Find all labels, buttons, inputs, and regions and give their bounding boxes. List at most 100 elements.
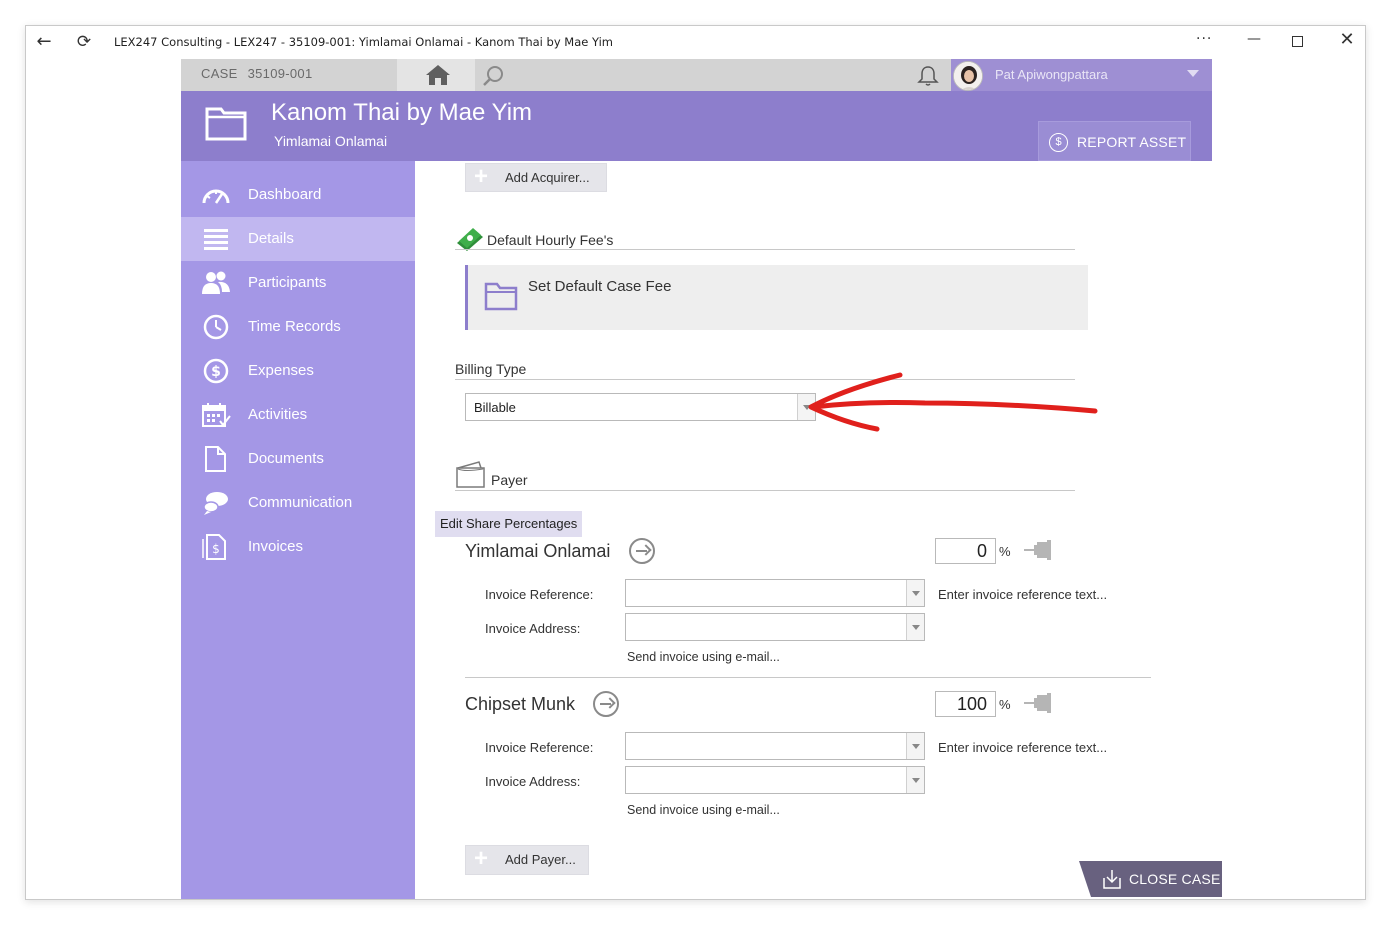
invoice-icon: $ [202, 534, 226, 560]
gauge-icon [202, 189, 230, 204]
window-title: LEX247 Consulting - LEX247 - 35109-001: … [114, 35, 614, 49]
sidebar-item-label: Expenses [248, 362, 314, 379]
edit-share-percentages-button[interactable]: Edit Share Percentages [435, 511, 583, 537]
app-container: CASE 35109-001 Pat Apiwongpattara Kanom … [181, 59, 1222, 899]
back-arrow-icon[interactable]: ← [34, 32, 54, 52]
report-asset-button[interactable]: $ REPORT ASSET [1038, 121, 1191, 161]
section-divider [455, 379, 1075, 380]
sidebar-item-participants[interactable]: Participants [181, 261, 415, 305]
invoice-reference-label: Invoice Reference: [485, 740, 594, 755]
billing-type-title: Billing Type [455, 361, 527, 377]
invoice-reference-label: Invoice Reference: [485, 587, 594, 602]
close-case-button[interactable]: CLOSE CASE [1079, 861, 1222, 897]
close-window-icon[interactable]: ✕ [1337, 30, 1357, 50]
case-indicator: CASE 35109-001 [201, 66, 312, 81]
share-percent-input[interactable]: 100 [935, 691, 996, 717]
plus-icon: + [474, 845, 489, 872]
percent-sign: % [999, 697, 1011, 712]
invoice-reference-select[interactable] [625, 732, 925, 760]
folder-icon [484, 282, 518, 311]
people-icon [202, 271, 230, 294]
case-client: Yimlamai Onlamai [274, 133, 388, 149]
send-invoice-email-link[interactable]: Send invoice using e-mail... [627, 650, 780, 664]
add-payer-label: Add Payer... [505, 852, 576, 867]
user-menu[interactable]: Pat Apiwongpattara [951, 59, 1212, 91]
pin-icon[interactable] [1023, 692, 1057, 714]
share-percent-input[interactable]: 0 [935, 538, 996, 564]
sidebar-item-expenses[interactable]: $ Expenses [181, 349, 415, 393]
sidebar-item-label: Invoices [248, 538, 304, 555]
chevron-down-icon[interactable] [906, 580, 924, 606]
add-payer-button[interactable]: + Add Payer... [465, 845, 589, 875]
refresh-icon[interactable]: ⟳ [74, 32, 94, 52]
download-icon [1103, 870, 1121, 889]
invoice-reference-select[interactable] [625, 579, 925, 607]
svg-text:$: $ [211, 364, 221, 380]
avatar[interactable] [953, 61, 983, 91]
add-acquirer-button[interactable]: + Add Acquirer... [465, 163, 607, 192]
bell-icon[interactable] [916, 64, 940, 88]
details-content: + Add Acquirer... Default Hourly Fee's S… [415, 161, 1212, 899]
invoice-reference-hint[interactable]: Enter invoice reference text... [938, 587, 1107, 602]
clock-icon [203, 314, 229, 340]
sidebar-item-activities[interactable]: Activities [181, 393, 415, 437]
title-bar: ← ⟳ LEX247 Consulting - LEX247 - 35109-0… [26, 26, 1365, 58]
sidebar-item-dashboard[interactable]: Dashboard [181, 173, 415, 217]
dollar-circle-icon: $ [1049, 133, 1068, 152]
section-divider [455, 490, 1075, 491]
maximize-icon[interactable] [1292, 36, 1303, 47]
payer-name: Yimlamai Onlamai [465, 541, 611, 561]
sidebar-item-label: Participants [248, 274, 327, 291]
arrow-right-circle-icon[interactable] [629, 538, 655, 564]
invoice-address-select[interactable] [625, 613, 925, 641]
case-label: CASE [201, 66, 238, 81]
sidebar-item-invoices[interactable]: $ Invoices [181, 525, 415, 569]
invoice-address-label: Invoice Address: [485, 621, 581, 636]
send-invoice-email-link[interactable]: Send invoice using e-mail... [627, 803, 780, 817]
arrow-right-circle-icon[interactable] [593, 691, 619, 717]
browser-window: ← ⟳ LEX247 Consulting - LEX247 - 35109-0… [25, 25, 1366, 900]
sidebar-item-documents[interactable]: Documents [181, 437, 415, 481]
annotation-arrow [808, 372, 1098, 432]
dollar-icon: $ [203, 358, 229, 384]
invoice-address-label: Invoice Address: [485, 774, 581, 789]
sidebar-item-details[interactable]: Details [181, 217, 415, 261]
chevron-down-icon[interactable] [906, 614, 924, 640]
calendar-icon [202, 403, 231, 427]
case-header: Kanom Thai by Mae Yim Yimlamai Onlamai $… [181, 91, 1212, 161]
invoice-reference-hint[interactable]: Enter invoice reference text... [938, 740, 1107, 755]
invoice-address-select[interactable] [625, 766, 925, 794]
payer-name: Chipset Munk [465, 694, 576, 714]
sidebar-item-label: Activities [248, 406, 308, 423]
sidebar: Dashboard Details Participants Time Reco… [181, 161, 415, 899]
payer-divider [465, 677, 1151, 678]
wallet-icon [456, 461, 485, 488]
set-default-case-fee-button[interactable]: Set Default Case Fee [465, 265, 1088, 330]
more-options-icon[interactable]: ··· [1196, 31, 1212, 47]
search-icon[interactable] [481, 64, 505, 88]
chevron-down-icon[interactable] [906, 733, 924, 759]
sidebar-item-label: Dashboard [248, 186, 322, 203]
billing-type-value: Billable [474, 400, 516, 415]
sidebar-item-label: Documents [248, 450, 324, 467]
home-icon [426, 65, 450, 85]
chevron-down-icon[interactable] [906, 767, 924, 793]
sidebar-item-communication[interactable]: Communication [181, 481, 415, 525]
minimize-icon[interactable]: — [1244, 31, 1264, 51]
pin-icon[interactable] [1023, 539, 1057, 561]
set-default-case-fee-label: Set Default Case Fee [528, 278, 672, 295]
sidebar-item-time-records[interactable]: Time Records [181, 305, 415, 349]
close-case-label: CLOSE CASE [1129, 871, 1221, 887]
plus-icon: + [474, 163, 489, 190]
sidebar-item-label: Communication [248, 494, 353, 511]
home-button[interactable] [397, 59, 475, 91]
chevron-down-icon[interactable] [797, 394, 815, 420]
section-divider [455, 249, 1075, 250]
add-acquirer-label: Add Acquirer... [505, 170, 590, 185]
svg-text:$: $ [212, 542, 220, 556]
user-name: Pat Apiwongpattara [995, 67, 1108, 82]
case-number: 35109-001 [247, 66, 313, 81]
fees-section-title: Default Hourly Fee's [487, 232, 614, 248]
billing-type-select[interactable]: Billable [465, 393, 816, 421]
chevron-down-icon [1187, 70, 1199, 77]
